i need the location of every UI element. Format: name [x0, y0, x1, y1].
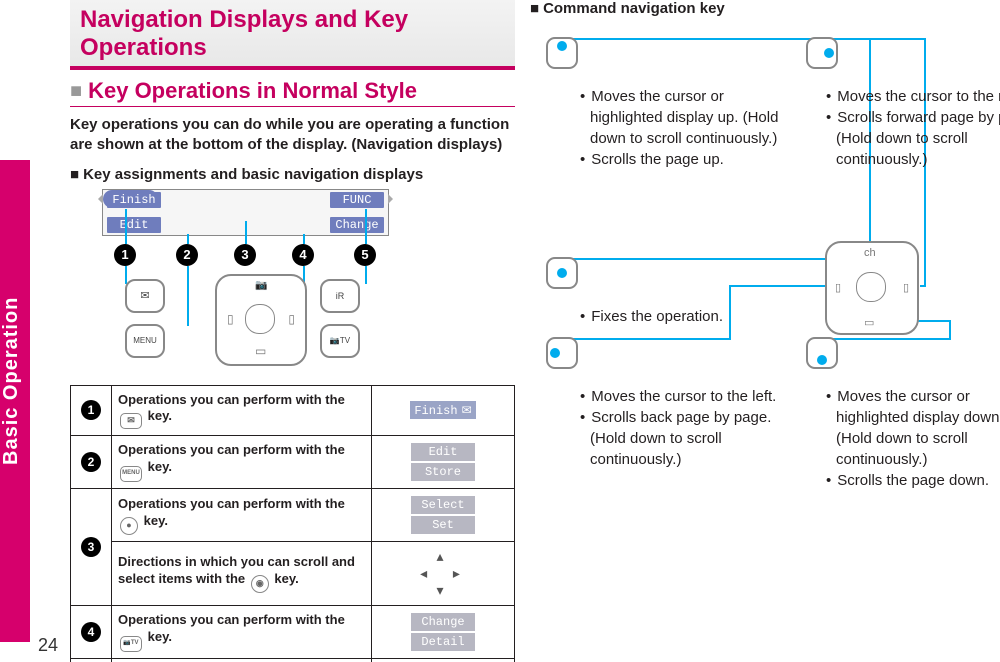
- right-description: Moves the cursor to the right. Scrolls f…: [786, 86, 1000, 170]
- dpad-up-icon: [546, 37, 578, 69]
- square-bullet-icon: ■: [70, 80, 82, 102]
- center-dpad-icon: ch ▯ ▯ ▭: [825, 241, 919, 335]
- menu-key-icon: MENU: [125, 324, 165, 358]
- subhead-text: Key Operations in Normal Style: [88, 78, 417, 103]
- table-row: 3 Operations you can perform with the ● …: [71, 489, 515, 542]
- down-description: Moves the cursor or highlighted display …: [786, 386, 1000, 491]
- center-description: Fixes the operation.: [540, 306, 800, 327]
- command-nav-heading: ■Command navigation key: [530, 0, 990, 17]
- badge-2: 2: [176, 244, 198, 266]
- dpad-right-icon: [806, 37, 838, 69]
- softkey-edit: Edit: [107, 217, 161, 233]
- page-title: Navigation Displays and Key Operations: [70, 0, 515, 70]
- lead-paragraph: Key operations you can do while you are …: [70, 115, 515, 156]
- softkey-figure: Finish Edit Select FUNC Change 1 2 3 4 5: [70, 189, 515, 379]
- softkey-finish: Finish: [107, 192, 161, 208]
- section-subhead: ■ Key Operations in Normal Style: [70, 78, 515, 107]
- mail-key-icon: ✉: [125, 279, 165, 313]
- left-description: Moves the cursor to the left. Scrolls ba…: [540, 386, 805, 470]
- page-number: 24: [30, 635, 66, 656]
- book-bottom-icon: ▭: [255, 344, 266, 358]
- badge-4: 4: [292, 244, 314, 266]
- softkey-func: FUNC: [330, 192, 384, 208]
- dpad-center-icon: [546, 257, 578, 289]
- softkey-change: Change: [330, 217, 384, 233]
- camtv-key-icon: 📷TV: [320, 324, 360, 358]
- dpad-left-icon: [546, 337, 578, 369]
- block-heading: ■Key assignments and basic navigation di…: [70, 166, 515, 183]
- book-right-icon: ▯: [288, 312, 295, 326]
- ir-key-icon: iR: [320, 279, 360, 313]
- camtv-key-inline-icon: 📷TV: [120, 636, 142, 652]
- menu-key-inline-icon: MENU: [120, 466, 142, 482]
- mail-key-inline-icon: ✉: [120, 413, 142, 429]
- operations-table: 1 Operations you can perform with the ✉ …: [70, 385, 515, 662]
- side-tab: Basic Operation: [0, 160, 30, 642]
- dpad-inline-icon: ◉: [251, 575, 269, 593]
- badge-1: 1: [114, 244, 136, 266]
- badge-3: 3: [234, 244, 256, 266]
- command-nav-diagram: Moves the cursor or highlighted display …: [530, 21, 990, 581]
- square-bullet-icon: ■: [530, 0, 539, 17]
- center-key-inline-icon: ●: [120, 517, 138, 535]
- table-row: Directions in which you can scroll and s…: [71, 542, 515, 606]
- dpad-down-icon: [806, 337, 838, 369]
- badge-5: 5: [354, 244, 376, 266]
- up-description: Moves the cursor or highlighted display …: [540, 86, 800, 170]
- camera-icon: 📷: [255, 280, 267, 291]
- dpad-icon: 📷 ▯ ▯ ▭: [215, 274, 307, 366]
- table-row: 4 Operations you can perform with the 📷T…: [71, 606, 515, 659]
- table-row: 2 Operations you can perform with the ME…: [71, 436, 515, 489]
- table-row: 1 Operations you can perform with the ✉ …: [71, 385, 515, 436]
- book-left-icon: ▯: [227, 312, 234, 326]
- chip-finish: Finish: [410, 401, 475, 419]
- square-bullet-icon: ■: [70, 166, 79, 183]
- scroll-arrows-icon: ▴◂ ▸▾: [372, 542, 515, 606]
